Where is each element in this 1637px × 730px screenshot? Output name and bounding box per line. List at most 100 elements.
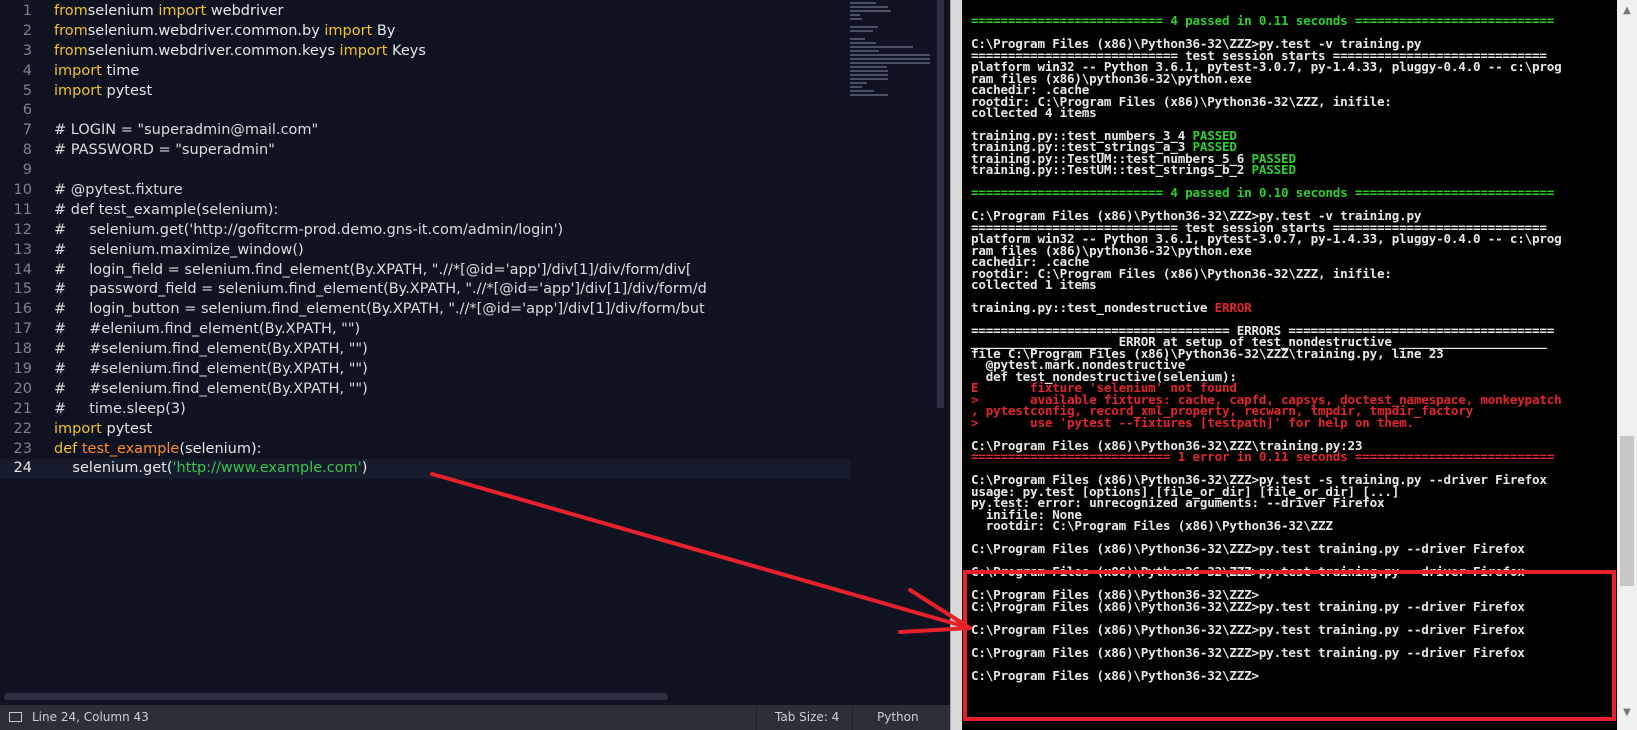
code-token: selenium.webdriver.common.by bbox=[87, 22, 325, 39]
code-line[interactable]: 4 import time bbox=[0, 62, 850, 82]
line-number: 23 bbox=[13, 440, 32, 457]
line-number: 5 bbox=[22, 82, 32, 99]
line-number: 4 bbox=[22, 62, 32, 79]
line-number: 3 bbox=[22, 42, 32, 59]
code-text: # time.sleep(3) bbox=[54, 400, 186, 420]
code-token: selenium.webdriver.common.keys bbox=[87, 42, 340, 59]
code-text: # selenium.maximize_window() bbox=[54, 241, 304, 261]
line-number: 22 bbox=[13, 420, 32, 437]
code-text: # login_button = selenium.find_element(B… bbox=[54, 300, 705, 320]
syntax-selector[interactable]: Python bbox=[852, 705, 950, 730]
console-text: =========================== 1 error in 0… bbox=[971, 449, 1555, 464]
line-number: 16 bbox=[13, 301, 32, 318]
console-text: ========================== 4 passed in 0… bbox=[971, 185, 1555, 200]
console-line: training.py::test_nondestructive ERROR bbox=[971, 301, 1252, 314]
tab-size-selector[interactable]: Tab Size: 4 bbox=[756, 705, 852, 730]
line-number: 14 bbox=[13, 261, 32, 278]
code-text: import time bbox=[54, 62, 139, 82]
code-token: # #selenium.find_element(By.XPATH, "") bbox=[54, 380, 368, 397]
line-number: 19 bbox=[13, 361, 32, 378]
code-line[interactable]: 21 # time.sleep(3) bbox=[0, 400, 850, 420]
code-token: import bbox=[339, 42, 388, 59]
console-text: collected 1 items bbox=[971, 277, 1097, 292]
code-line[interactable]: 6 bbox=[0, 101, 850, 121]
line-number: 20 bbox=[13, 380, 32, 397]
console-scrollbar[interactable] bbox=[1617, 0, 1637, 730]
code-token: By bbox=[372, 22, 396, 39]
code-token: selenium.get( bbox=[54, 460, 173, 477]
panel-toggle-icon[interactable] bbox=[9, 712, 22, 722]
code-line[interactable]: 11 # def test_example(selenium): bbox=[0, 201, 850, 221]
code-token: ) bbox=[361, 460, 368, 477]
code-token: from bbox=[54, 3, 88, 19]
scroll-up-icon[interactable]: ▲ bbox=[1620, 4, 1634, 18]
code-line[interactable]: 18 # #selenium.find_element(By.XPATH, "") bbox=[0, 340, 850, 360]
code-token: # login_field = selenium.find_element(By… bbox=[54, 261, 692, 278]
code-token: # time.sleep(3) bbox=[54, 400, 186, 417]
code-token: # login_button = selenium.find_element(B… bbox=[54, 301, 705, 318]
code-editor[interactable]: 1 fromselenium import webdriver 2 fromselen… bbox=[0, 0, 950, 730]
code-token: import bbox=[54, 420, 102, 437]
code-line[interactable]: 13 # selenium.maximize_window() bbox=[0, 241, 850, 261]
line-number: 13 bbox=[13, 241, 32, 258]
line-number: 18 bbox=[13, 341, 32, 358]
scroll-down-icon[interactable]: ▼ bbox=[1620, 706, 1634, 720]
code-token: pytest bbox=[101, 420, 153, 437]
console-line: collected 4 items bbox=[971, 106, 1097, 119]
code-text: # #elenium.find_element(By.XPATH, "") bbox=[54, 320, 360, 340]
console-text: ERROR bbox=[1214, 300, 1252, 315]
code-line[interactable]: 20 # #selenium.find_element(By.XPATH, "") bbox=[0, 380, 850, 400]
code-token: (selenium): bbox=[179, 440, 262, 457]
editor-vertical-scrollbar[interactable] bbox=[937, 0, 944, 408]
line-number: 6 bbox=[22, 102, 32, 119]
code-text: import pytest bbox=[54, 82, 152, 102]
code-line[interactable]: 14 # login_field = selenium.find_element(… bbox=[0, 261, 850, 281]
code-text: fromselenium.webdriver.common.keys impor… bbox=[54, 42, 426, 62]
line-number: 11 bbox=[13, 201, 32, 218]
code-line[interactable]: 24 selenium.get('http://www.example.com'… bbox=[0, 459, 850, 480]
code-area[interactable]: 1 fromselenium import webdriver 2 fromselen… bbox=[0, 2, 850, 690]
console-scroll-thumb[interactable] bbox=[1620, 436, 1634, 586]
code-line[interactable]: 19 # #selenium.find_element(By.XPATH, "") bbox=[0, 360, 850, 380]
code-token: def bbox=[54, 440, 78, 457]
minimap[interactable] bbox=[850, 0, 940, 100]
console-text: collected 4 items bbox=[971, 105, 1097, 120]
editor-horizontal-scrollbar[interactable] bbox=[4, 693, 668, 700]
code-line[interactable]: 1 fromselenium import webdriver bbox=[0, 2, 850, 22]
code-text: fromselenium.webdriver.common.by import … bbox=[54, 22, 395, 42]
code-line[interactable]: 23 def test_example(selenium): bbox=[0, 440, 850, 460]
line-number: 1 bbox=[22, 3, 32, 19]
code-token: # password_field = selenium.find_element… bbox=[54, 281, 707, 298]
line-number: 21 bbox=[13, 400, 32, 417]
code-line[interactable]: 2 fromselenium.webdriver.common.by import… bbox=[0, 22, 850, 42]
code-token: # selenium.maximize_window() bbox=[54, 241, 304, 258]
console-line: collected 1 items bbox=[971, 278, 1097, 291]
code-token: time bbox=[101, 62, 140, 79]
code-token: pytest bbox=[101, 82, 153, 99]
code-line[interactable]: 3 fromselenium.webdriver.common.keys impo… bbox=[0, 42, 850, 62]
code-line[interactable]: 5 import pytest bbox=[0, 82, 850, 102]
line-number: 15 bbox=[13, 281, 32, 298]
code-line[interactable]: 16 # login_button = selenium.find_element… bbox=[0, 300, 850, 320]
code-line[interactable]: 22 import pytest bbox=[0, 420, 850, 440]
window-divider bbox=[950, 0, 961, 730]
console-text: rootdir: C:\Program Files (x86)\Python36… bbox=[971, 518, 1333, 533]
code-line[interactable]: 12 # selenium.get('http://gofitcrm-prod.d… bbox=[0, 221, 850, 241]
code-token: import bbox=[324, 22, 373, 39]
code-line[interactable]: 9 bbox=[0, 161, 850, 181]
code-line[interactable]: 8 # PASSWORD = "superadmin" bbox=[0, 141, 850, 161]
code-line[interactable]: 15 # password_field = selenium.find_eleme… bbox=[0, 280, 850, 300]
code-text: # def test_example(selenium): bbox=[54, 201, 278, 221]
console-text: C:\Program Files (x86)\Python36-32\ZZZ>p… bbox=[971, 541, 1525, 556]
console-text: PASSED bbox=[1251, 162, 1296, 177]
line-number: 24 bbox=[13, 460, 32, 477]
code-text: # password_field = selenium.find_element… bbox=[54, 280, 707, 300]
code-token: # #elenium.find_element(By.XPATH, "") bbox=[54, 321, 361, 338]
code-token: # #selenium.find_element(By.XPATH, "") bbox=[54, 341, 368, 358]
code-text: import pytest bbox=[54, 420, 152, 440]
code-text: # login_field = selenium.find_element(By… bbox=[54, 261, 692, 281]
code-line[interactable]: 7 # LOGIN = "superadmin@mail.com" bbox=[0, 121, 850, 141]
code-line[interactable]: 17 # #elenium.find_element(By.XPATH, "") bbox=[0, 320, 850, 340]
line-number: 17 bbox=[13, 321, 32, 338]
code-line[interactable]: 10 # @pytest.fixture bbox=[0, 181, 850, 201]
